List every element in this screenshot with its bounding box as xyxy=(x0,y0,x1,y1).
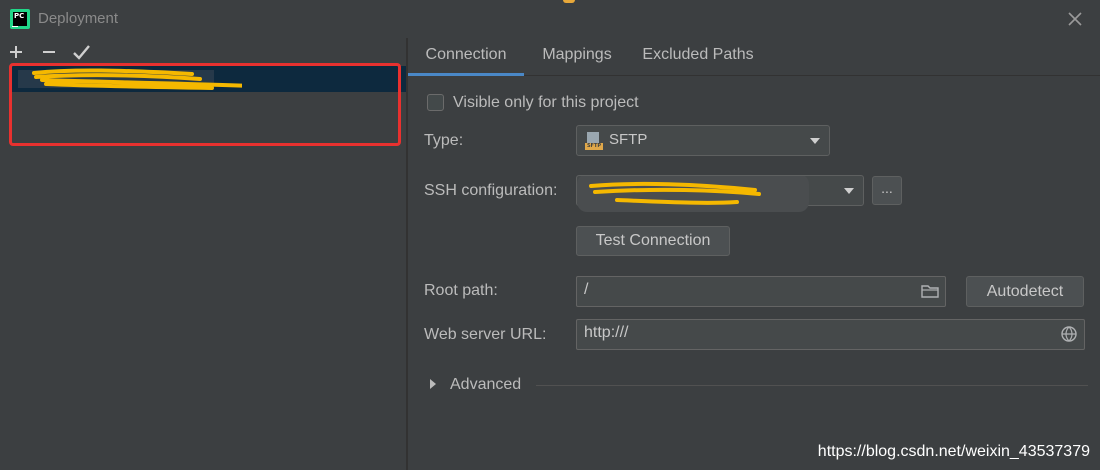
sftp-icon-tag: SFTP xyxy=(585,143,603,150)
web-server-url-label: Web server URL: xyxy=(424,326,547,343)
ssh-configuration-redacted xyxy=(577,174,817,212)
ssh-configuration-browse-button[interactable]: ... xyxy=(872,176,902,205)
title-bar: PC Deployment xyxy=(0,0,1100,38)
server-list-pane xyxy=(0,38,406,470)
tab-connection[interactable]: Connection xyxy=(408,38,524,76)
window-accent xyxy=(563,0,575,3)
root-path-input[interactable]: / xyxy=(576,276,946,307)
close-icon[interactable] xyxy=(1064,8,1086,30)
autodetect-button[interactable]: Autodetect xyxy=(966,276,1084,307)
watermark-text: https://blog.csdn.net/weixin_43537379 xyxy=(817,443,1090,460)
web-server-url-value: http:/// xyxy=(584,324,629,341)
settings-tabs: Connection Mappings Excluded Paths xyxy=(408,38,1100,76)
test-connection-button[interactable]: Test Connection xyxy=(576,226,730,256)
chevron-right-icon[interactable] xyxy=(430,379,436,389)
app-icon-text: PC xyxy=(14,12,25,20)
visible-only-label[interactable]: Visible only for this project xyxy=(453,94,639,112)
type-select[interactable]: SFTP SFTP xyxy=(576,125,830,156)
tab-excluded-paths[interactable]: Excluded Paths xyxy=(636,38,760,76)
plus-icon[interactable] xyxy=(6,42,26,62)
tab-mappings[interactable]: Mappings xyxy=(530,38,624,76)
advanced-divider xyxy=(536,385,1088,386)
advanced-toggle[interactable]: Advanced xyxy=(450,376,521,394)
type-value: SFTP xyxy=(609,131,648,148)
chevron-down-icon xyxy=(810,138,820,144)
server-list-toolbar xyxy=(0,40,406,64)
visible-only-checkbox[interactable] xyxy=(427,94,444,111)
server-settings-pane: Connection Mappings Excluded Paths Visib… xyxy=(408,38,1100,470)
advanced-section: Advanced xyxy=(430,375,1090,395)
globe-icon[interactable] xyxy=(1060,325,1078,343)
minus-icon[interactable] xyxy=(39,42,59,62)
web-server-url-input[interactable]: http:/// xyxy=(576,319,1085,350)
window-title: Deployment xyxy=(38,10,119,27)
root-path-value: / xyxy=(584,281,589,298)
annotation-highlight-box xyxy=(9,63,401,146)
type-label: Type: xyxy=(424,132,464,149)
sftp-icon: SFTP xyxy=(585,132,603,150)
check-icon[interactable] xyxy=(71,42,91,62)
root-path-label: Root path: xyxy=(424,282,498,299)
pycharm-app-icon: PC xyxy=(10,9,30,29)
ssh-configuration-label: SSH configuration: xyxy=(424,182,558,199)
ssh-configuration-select[interactable] xyxy=(576,174,864,212)
chevron-down-icon xyxy=(844,188,854,194)
folder-icon[interactable] xyxy=(921,282,939,300)
